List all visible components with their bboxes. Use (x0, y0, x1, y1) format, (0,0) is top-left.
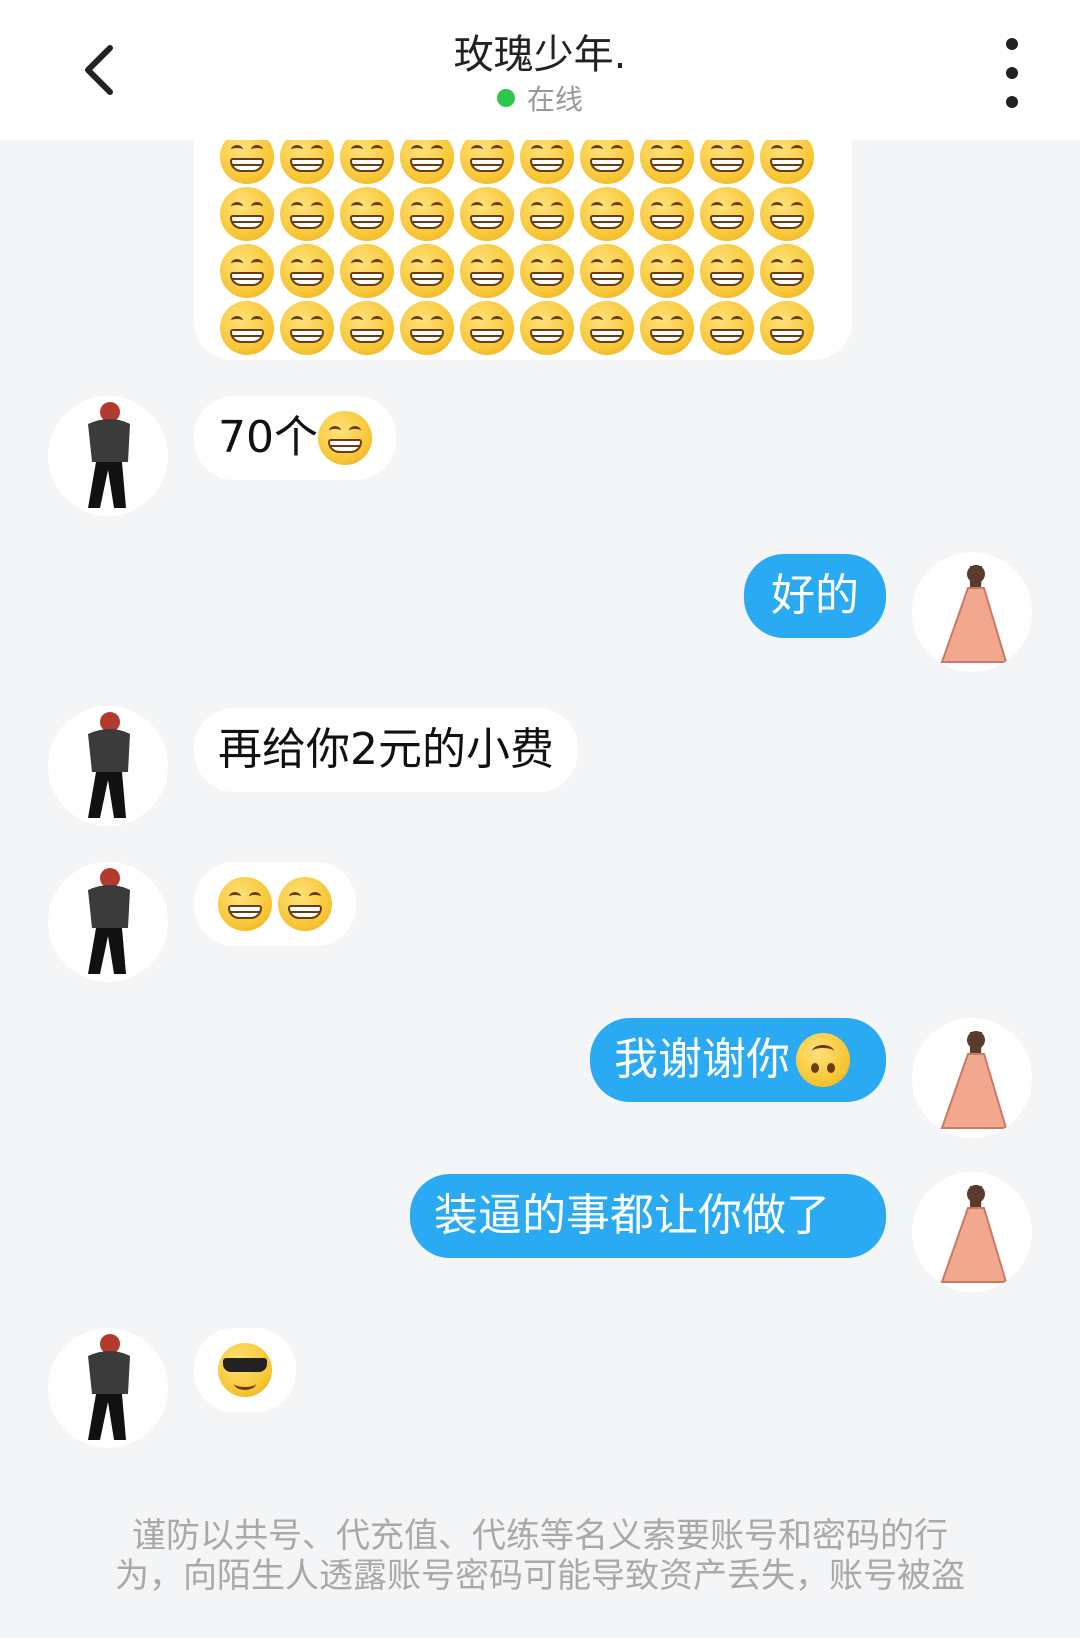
message-bubble-outgoing[interactable]: 好的 (744, 554, 886, 638)
contact-name: 玫瑰少年. (453, 32, 627, 78)
message-bubble-incoming[interactable]: 70个 (194, 396, 396, 480)
grinning-face-icon (400, 187, 454, 241)
grinning-face-icon (220, 244, 274, 298)
contact-avatar[interactable] (48, 706, 168, 826)
chat-header: 玫瑰少年. 在线 (0, 0, 1080, 140)
grinning-face-icon (640, 244, 694, 298)
online-dot-icon (496, 89, 515, 107)
more-dot-icon (1006, 96, 1018, 108)
grinning-face-icon (278, 877, 332, 931)
online-status: 在线 (0, 78, 1080, 118)
contact-avatar-figure (88, 1334, 130, 1440)
grinning-face-icon (280, 244, 334, 298)
contact-avatar-figure (88, 402, 130, 508)
grinning-face-icon (580, 244, 634, 298)
grinning-face-icon (220, 187, 274, 241)
grinning-face-icon (400, 301, 454, 355)
security-disclaimer: 谨防以共号、代充值、代练等名义索要账号和密码的行 为，向陌生人透露账号密码可能导… (86, 1516, 994, 1596)
message-text: 再给你2元的小费 (218, 724, 554, 775)
grinning-face-icon (280, 187, 334, 241)
grinning-face-icon (760, 301, 814, 355)
contact-avatar[interactable] (48, 862, 168, 982)
message-text: 我谢谢你 (614, 1034, 790, 1085)
grinning-face-icon (580, 187, 634, 241)
grinning-face-icon (520, 244, 574, 298)
grinning-face-icon (460, 244, 514, 298)
message-bubble-incoming[interactable] (194, 1328, 296, 1412)
message-text: 好的 (771, 570, 859, 621)
grinning-face-icon (520, 301, 574, 355)
message-text: 装逼的事都让你做了 (434, 1190, 830, 1241)
chat-area[interactable]: 70个 好的 再给你2元的小费 我谢谢你 装逼的事都让你做了 谨防以共号、代充值… (0, 0, 1080, 1638)
contact-avatar-figure (88, 868, 130, 974)
grinning-face-icon (220, 301, 274, 355)
grinning-face-icon (340, 301, 394, 355)
upside-down-face-icon (796, 1033, 850, 1087)
contact-avatar[interactable] (48, 1328, 168, 1448)
disclaimer-line-2: 为，向陌生人透露账号密码可能导致资产丢失，账号被盗 (115, 1556, 965, 1596)
grinning-face-icon (460, 301, 514, 355)
my-avatar-figure (940, 565, 1008, 663)
grinning-face-icon (400, 244, 454, 298)
grinning-face-icon (340, 187, 394, 241)
message-bubble-incoming[interactable]: 再给你2元的小费 (194, 708, 578, 792)
message-bubble-incoming[interactable] (194, 862, 356, 946)
more-dot-icon (1006, 67, 1018, 79)
my-avatar[interactable] (912, 1018, 1032, 1138)
grinning-face-icon (280, 301, 334, 355)
contact-avatar-figure (88, 712, 130, 818)
more-options-button[interactable] (990, 38, 1034, 108)
grinning-face-icon (700, 187, 754, 241)
grinning-face-icon (760, 187, 814, 241)
grinning-face-icon (640, 301, 694, 355)
grinning-face-icon (700, 301, 754, 355)
disclaimer-line-1: 谨防以共号、代充值、代练等名义索要账号和密码的行 (132, 1516, 948, 1556)
my-avatar-figure (940, 1185, 1008, 1283)
emoji-grid (217, 130, 817, 355)
grinning-face-icon (318, 411, 372, 465)
more-dot-icon (1006, 38, 1018, 50)
grinning-face-icon (218, 877, 272, 931)
my-avatar[interactable] (912, 552, 1032, 672)
sunglasses-face-icon (218, 1343, 272, 1397)
grinning-face-icon (640, 187, 694, 241)
grinning-face-icon (700, 244, 754, 298)
my-avatar[interactable] (912, 1172, 1032, 1292)
grinning-face-icon (460, 187, 514, 241)
my-avatar-figure (940, 1031, 1008, 1129)
message-text: 70个 (218, 412, 318, 463)
message-bubble-outgoing[interactable]: 装逼的事都让你做了 (410, 1174, 886, 1258)
contact-avatar[interactable] (48, 396, 168, 516)
grinning-face-icon (340, 244, 394, 298)
grinning-face-icon (760, 244, 814, 298)
status-text: 在线 (526, 83, 583, 116)
grinning-face-icon (580, 301, 634, 355)
grinning-face-icon (520, 187, 574, 241)
message-bubble-outgoing[interactable]: 我谢谢你 (590, 1018, 886, 1102)
